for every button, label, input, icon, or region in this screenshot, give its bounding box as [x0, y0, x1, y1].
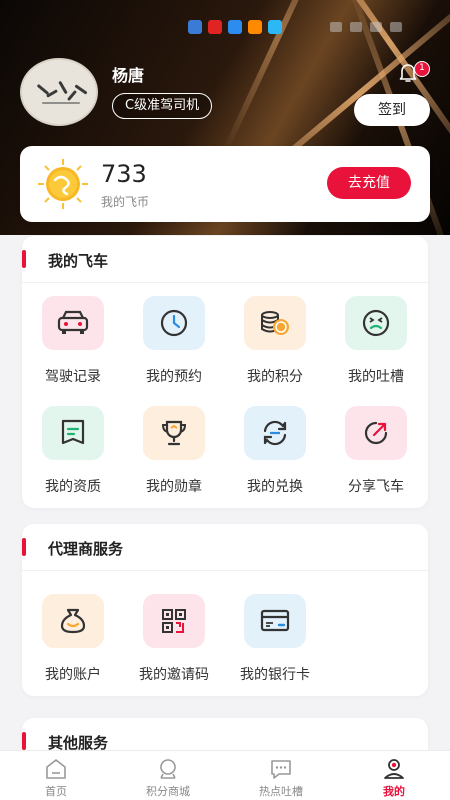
- recharge-button[interactable]: 去充值: [327, 167, 411, 199]
- nav-label: 热点吐槽: [259, 785, 303, 798]
- my-points-item[interactable]: 我的积分: [224, 296, 324, 396]
- nav-label: 积分商城: [146, 785, 190, 798]
- nav-points-mall[interactable]: 积分商城: [112, 751, 224, 800]
- checkin-button[interactable]: 签到: [354, 94, 430, 126]
- nav-label: 我的: [383, 785, 405, 798]
- car-icon: [42, 296, 104, 350]
- share-icon: [345, 406, 407, 460]
- my-medals-item[interactable]: 我的勋章: [123, 406, 223, 506]
- trophy-icon: [143, 406, 205, 460]
- my-invite-code-item[interactable]: 我的邀请码: [123, 594, 223, 694]
- coins-icon: [244, 296, 306, 350]
- avatar[interactable]: [20, 58, 98, 126]
- my-exchange-item[interactable]: 我的兑换: [224, 406, 324, 506]
- driving-record-item[interactable]: 驾驶记录: [22, 296, 122, 396]
- divider: [22, 282, 428, 283]
- section-accent-bar: [22, 538, 26, 556]
- my-qualification-item[interactable]: 我的资质: [22, 406, 122, 506]
- coin-card: 733 我的飞币 去充值: [20, 146, 430, 222]
- nav-home[interactable]: 首页: [0, 751, 112, 800]
- grid-item-label: 我的兑换: [247, 479, 303, 495]
- my-account-item[interactable]: 我的账户: [22, 594, 122, 694]
- nav-profile[interactable]: 我的: [338, 751, 450, 800]
- my-bank-card-item[interactable]: 我的银行卡: [224, 594, 324, 694]
- exchange-icon: [244, 406, 306, 460]
- section-title: 代理商服务: [48, 540, 124, 558]
- bottom-navigation: 首页 积分商城 热点吐槽 我的: [0, 750, 450, 800]
- grid-item-label: 分享飞车: [348, 479, 404, 495]
- profile-header: 杨唐 C级准驾司机 1 签到 733 我的飞币 去充值: [0, 0, 450, 235]
- qr-code-icon: [143, 594, 205, 648]
- flying-coin-icon: [38, 159, 88, 209]
- grimace-face-icon: [345, 296, 407, 350]
- money-bag-icon: [42, 594, 104, 648]
- divider: [22, 570, 428, 571]
- nav-hot-complaints[interactable]: 热点吐槽: [225, 751, 337, 800]
- username: 杨唐: [112, 66, 145, 85]
- my-car-section: 我的飞车 驾驶记录 我的预约 我的积分 我的吐槽 我的资质 我的勋章 我的兑换 …: [22, 236, 428, 508]
- status-bar-indicators: [330, 22, 402, 32]
- notification-badge: 1: [414, 61, 430, 77]
- my-appointment-item[interactable]: 我的预约: [123, 296, 223, 396]
- section-title: 我的飞车: [48, 252, 109, 270]
- grid-item-label: 我的账户: [45, 667, 101, 683]
- grid-item-label: 我的勋章: [146, 479, 202, 495]
- grid-item-label: 我的吐槽: [348, 369, 404, 385]
- clock-icon: [143, 296, 205, 350]
- home-icon: [46, 759, 66, 779]
- status-bar-icons: [188, 20, 282, 34]
- share-car-item[interactable]: 分享飞车: [325, 406, 425, 506]
- my-complaints-item[interactable]: 我的吐槽: [325, 296, 425, 396]
- section-accent-bar: [22, 732, 26, 750]
- section-accent-bar: [22, 250, 26, 268]
- grid-item-label: 我的银行卡: [240, 667, 310, 683]
- grid-item-label: 我的邀请码: [139, 667, 209, 683]
- coin-label: 我的飞币: [101, 195, 150, 209]
- chat-icon: [271, 760, 291, 779]
- mall-icon: [160, 759, 176, 779]
- driver-level-badge[interactable]: C级准驾司机: [112, 93, 213, 119]
- bank-card-icon: [244, 594, 306, 648]
- nav-label: 首页: [45, 785, 67, 798]
- agent-service-section: 代理商服务 我的账户 我的邀请码 我的银行卡: [22, 524, 428, 696]
- grid-item-label: 我的积分: [247, 369, 303, 385]
- certificate-icon: [42, 406, 104, 460]
- coin-balance: 733: [101, 160, 147, 188]
- grid-item-label: 我的资质: [45, 479, 101, 495]
- profile-icon: [384, 759, 404, 779]
- grid-item-label: 驾驶记录: [45, 369, 101, 385]
- grid-item-label: 我的预约: [146, 369, 202, 385]
